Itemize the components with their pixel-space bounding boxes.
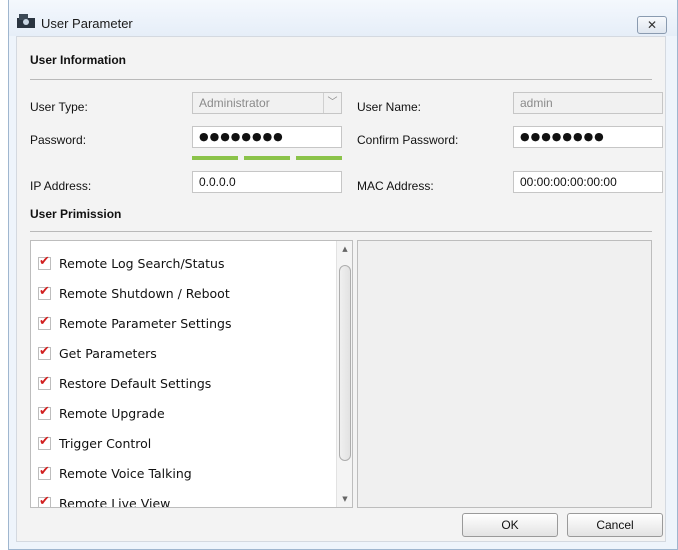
permission-item-restore-default-settings[interactable]: ✔ Restore Default Settings	[38, 373, 211, 393]
permission-item-remote-upgrade[interactable]: ✔ Remote Upgrade	[38, 403, 165, 423]
mac-address-label: MAC Address:	[357, 179, 434, 193]
permission-detail-panel	[357, 240, 652, 508]
checkbox[interactable]: ✔	[38, 403, 51, 420]
permission-label: Remote Shutdown / Reboot	[59, 285, 230, 301]
mac-address-value: 00:00:00:00:00:00	[520, 175, 617, 189]
permission-label: Restore Default Settings	[59, 375, 212, 391]
user-name-label: User Name:	[357, 100, 422, 114]
permission-item-remote-log-search[interactable]: ✔ Remote Log Search/Status	[38, 253, 225, 273]
confirm-password-label: Confirm Password:	[357, 133, 459, 147]
permission-list[interactable]: ✔ Remote Log Search/Status ✔ Remote Shut…	[30, 240, 353, 508]
user-type-label: User Type:	[30, 100, 88, 114]
checkmark-icon: ✔	[39, 283, 50, 299]
password-strength-segment	[296, 156, 342, 160]
permission-label: Remote Upgrade	[59, 405, 165, 421]
checkbox[interactable]: ✔	[38, 373, 51, 390]
ip-address-label: IP Address:	[30, 179, 92, 193]
chevron-down-icon[interactable]: ﹀	[323, 93, 341, 113]
permission-label: Remote Live View	[59, 495, 171, 508]
checkbox[interactable]: ✔	[38, 283, 51, 300]
checkbox[interactable]: ✔	[38, 313, 51, 330]
ok-button[interactable]: OK	[462, 513, 558, 537]
user-type-value: Administrator	[199, 96, 270, 110]
password-value: ●●●●●●●●	[199, 130, 284, 143]
permission-item-get-parameters[interactable]: ✔ Get Parameters	[38, 343, 157, 363]
user-permission-heading: User Primission	[30, 207, 122, 221]
user-name-field[interactable]: admin	[513, 92, 663, 114]
dialog-body: User Information User Type: Administrato…	[16, 36, 666, 542]
checkbox[interactable]: ✔	[38, 493, 51, 508]
close-button[interactable]: ✕	[637, 16, 667, 34]
checkmark-icon: ✔	[39, 343, 50, 359]
permission-label: Trigger Control	[59, 435, 152, 451]
permission-item-remote-parameter-settings[interactable]: ✔ Remote Parameter Settings	[38, 313, 231, 333]
checkmark-icon: ✔	[39, 433, 50, 449]
permission-label: Remote Voice Talking	[59, 465, 192, 481]
checkmark-icon: ✔	[39, 493, 50, 508]
checkmark-icon: ✔	[39, 373, 50, 389]
password-field[interactable]: ●●●●●●●●	[192, 126, 342, 148]
permission-label: Remote Parameter Settings	[59, 315, 232, 331]
user-parameter-dialog: User Parameter ✕ User Information User T…	[8, 0, 678, 550]
window-title: User Parameter	[41, 16, 133, 31]
ip-address-field[interactable]: 0.0.0.0	[192, 171, 342, 193]
permission-item-remote-voice-talking[interactable]: ✔ Remote Voice Talking	[38, 463, 192, 483]
permission-item-trigger-control[interactable]: ✔ Trigger Control	[38, 433, 151, 453]
password-strength-segment	[244, 156, 290, 160]
permission-item-remote-live-view[interactable]: ✔ Remote Live View	[38, 493, 171, 508]
checkbox[interactable]: ✔	[38, 463, 51, 480]
close-icon: ✕	[646, 18, 658, 32]
user-name-value: admin	[520, 96, 553, 110]
permission-list-scrollbar[interactable]: ▲ ▼	[336, 241, 352, 507]
cancel-button[interactable]: Cancel	[567, 513, 663, 537]
scroll-thumb[interactable]	[339, 265, 351, 461]
permission-item-remote-shutdown[interactable]: ✔ Remote Shutdown / Reboot	[38, 283, 230, 303]
checkbox[interactable]: ✔	[38, 253, 51, 270]
checkmark-icon: ✔	[39, 253, 50, 269]
ip-address-value: 0.0.0.0	[199, 175, 236, 189]
scroll-down-icon[interactable]: ▼	[337, 492, 352, 506]
user-information-heading: User Information	[30, 53, 127, 67]
user-type-select[interactable]: Administrator ﹀	[192, 92, 342, 114]
mac-address-field[interactable]: 00:00:00:00:00:00	[513, 171, 663, 193]
checkmark-icon: ✔	[39, 463, 50, 479]
checkbox[interactable]: ✔	[38, 343, 51, 360]
scroll-up-icon[interactable]: ▲	[337, 242, 352, 256]
checkbox[interactable]: ✔	[38, 433, 51, 450]
checkmark-icon: ✔	[39, 313, 50, 329]
permission-label: Get Parameters	[59, 345, 157, 361]
checkmark-icon: ✔	[39, 403, 50, 419]
title-bar[interactable]: User Parameter ✕	[9, 0, 677, 36]
divider	[30, 79, 652, 80]
confirm-password-value: ●●●●●●●●	[520, 130, 605, 143]
password-label: Password:	[30, 133, 87, 147]
confirm-password-field[interactable]: ●●●●●●●●	[513, 126, 663, 148]
divider	[30, 231, 652, 232]
permission-label: Remote Log Search/Status	[59, 255, 225, 271]
password-strength-segment	[192, 156, 238, 160]
user-parameter-app-icon	[17, 14, 35, 28]
